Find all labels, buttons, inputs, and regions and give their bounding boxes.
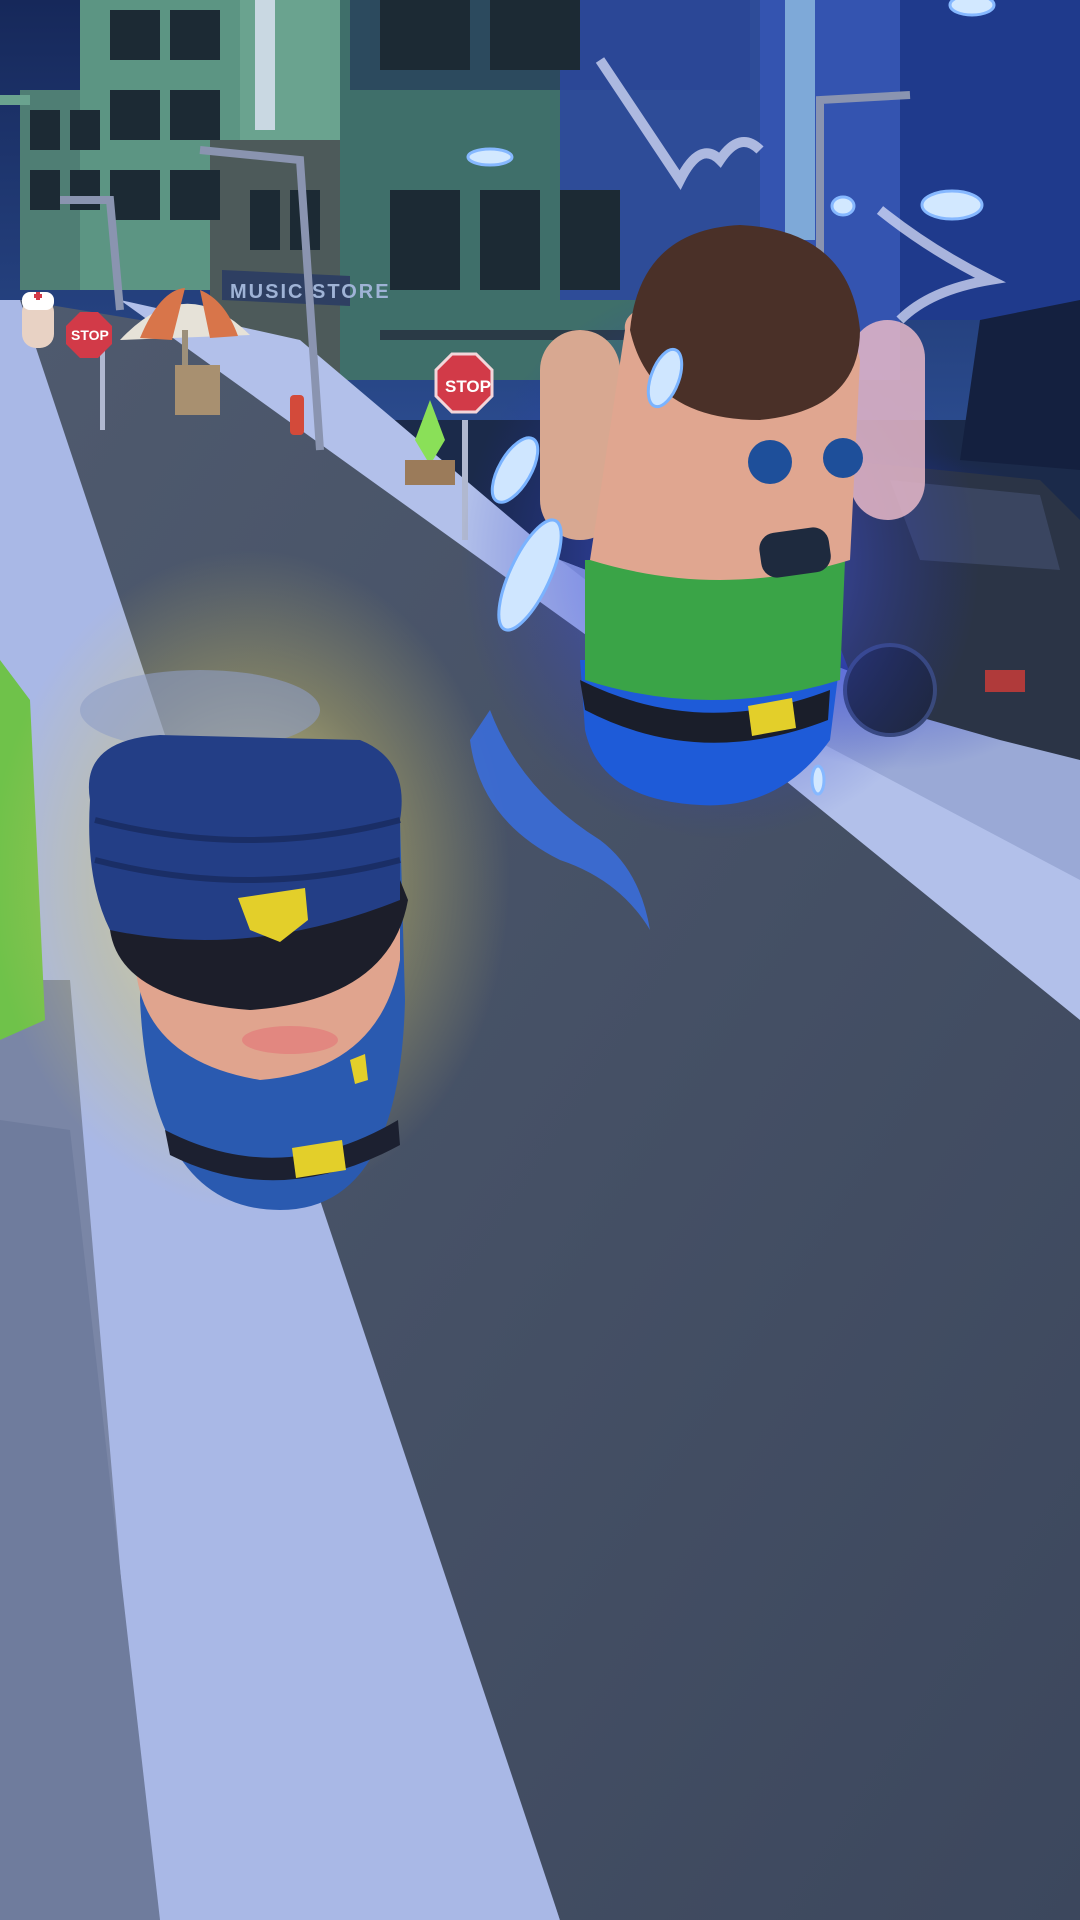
far-stop-text: STOP [71,327,109,343]
ghost-left-eye [748,440,792,484]
ghost-right-eye [823,438,863,478]
ghost-shirt [585,560,845,700]
police-mouth [242,1026,338,1054]
fire-hydrant [290,395,304,435]
near-stop-text: STOP [445,377,491,396]
nurse-character [22,292,54,348]
game-scene[interactable]: MUSIC STORE STOP STOP [0,0,1080,1920]
ghost-right-arm [850,320,925,520]
game-canvas[interactable]: MUSIC STORE STOP STOP [0,0,1080,1920]
police-character[interactable] [0,550,510,1210]
